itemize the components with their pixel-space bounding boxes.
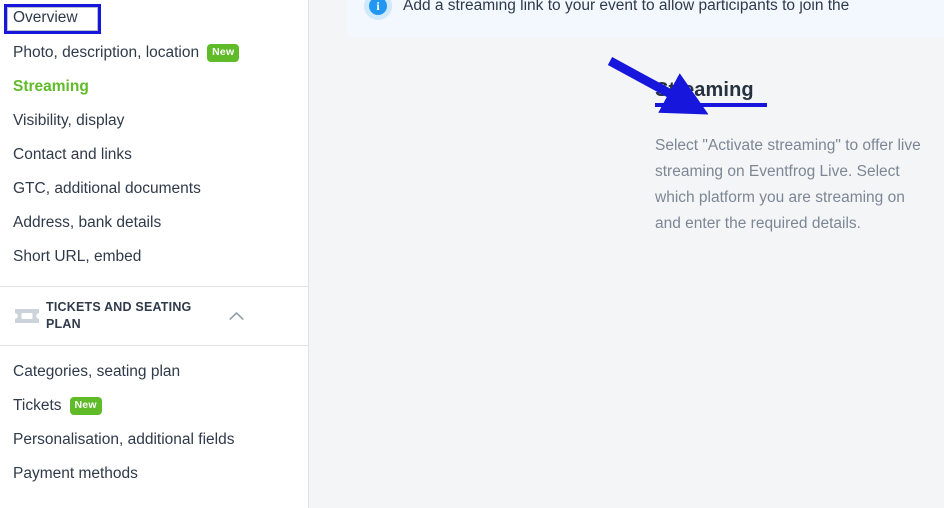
- heading-underline-annotation: [655, 103, 767, 107]
- sidebar-item-label: Tickets: [13, 397, 62, 415]
- sidebar-item-visibility-display[interactable]: Visibility, display: [0, 104, 308, 138]
- sidebar-sub-nav-list: Categories, seating plan Tickets New Per…: [0, 346, 308, 491]
- info-banner: i Add a streaming link to your event to …: [347, 0, 944, 38]
- sidebar-item-label: Payment methods: [13, 465, 138, 483]
- sidebar-item-categories-seating-plan[interactable]: Categories, seating plan: [0, 355, 308, 389]
- sidebar-item-label: Streaming: [13, 78, 89, 96]
- sidebar-section-title: TICKETS AND SEATING PLAN: [46, 299, 226, 333]
- sidebar-item-payment-methods[interactable]: Payment methods: [0, 457, 308, 491]
- sidebar-item-label: Visibility, display: [13, 112, 124, 130]
- sidebar-item-tickets[interactable]: Tickets New: [0, 389, 308, 423]
- sidebar-item-streaming[interactable]: Streaming: [0, 70, 308, 104]
- new-badge: New: [70, 397, 102, 415]
- sidebar-item-contact-and-links[interactable]: Contact and links: [0, 138, 308, 172]
- sidebar-item-label: Address, bank details: [13, 214, 161, 232]
- sidebar-nav-list: Photo, description, location New Streami…: [0, 36, 308, 274]
- sidebar-item-short-url-embed[interactable]: Short URL, embed: [0, 240, 308, 274]
- sidebar-item-label: Contact and links: [13, 146, 132, 164]
- section-heading-group: Streaming: [655, 79, 767, 107]
- main-content: i Add a streaming link to your event to …: [309, 0, 944, 508]
- sidebar-item-label: Personalisation, additional fields: [13, 431, 234, 449]
- sidebar-item-gtc-additional-documents[interactable]: GTC, additional documents: [0, 172, 308, 206]
- sidebar-item-label: GTC, additional documents: [13, 180, 201, 198]
- chevron-up-icon[interactable]: [226, 311, 246, 321]
- sidebar-item-label: Short URL, embed: [13, 248, 141, 266]
- sidebar-item-overview[interactable]: Overview: [0, 0, 308, 36]
- info-banner-text: Add a streaming link to your event to al…: [403, 0, 849, 15]
- sidebar-item-personalisation-additional-fields[interactable]: Personalisation, additional fields: [0, 423, 308, 457]
- info-icon-glyph: i: [369, 0, 387, 15]
- sidebar-section-tickets-and-seating-plan[interactable]: TICKETS AND SEATING PLAN: [0, 287, 308, 345]
- sidebar-item-address-bank-details[interactable]: Address, bank details: [0, 206, 308, 240]
- page-title: Streaming: [655, 79, 754, 102]
- sidebar-item-photo-description-location[interactable]: Photo, description, location New: [0, 36, 308, 70]
- sidebar: Overview Photo, description, location Ne…: [0, 0, 309, 508]
- sidebar-item-label: Categories, seating plan: [13, 363, 180, 381]
- new-badge: New: [207, 44, 239, 62]
- app-root: Overview Photo, description, location Ne…: [0, 0, 944, 508]
- ticket-icon: [14, 308, 46, 324]
- section-description: Select "Activate streaming" to offer liv…: [655, 133, 921, 237]
- sidebar-item-label: Photo, description, location: [13, 44, 199, 62]
- sidebar-item-label: Overview: [13, 9, 78, 27]
- info-icon: i: [363, 0, 393, 15]
